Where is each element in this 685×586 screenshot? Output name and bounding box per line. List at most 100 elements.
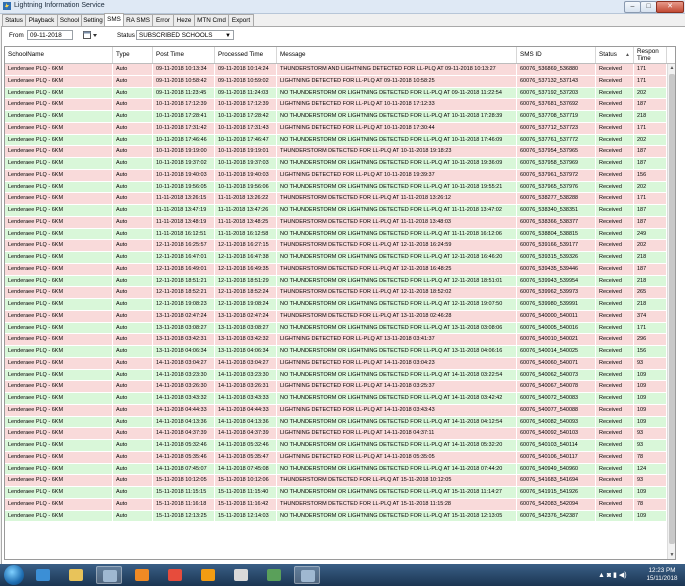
table-row[interactable]: Lenderaee PLQ - 6KM Auto 11-11-2018 13:26:… xyxy=(5,193,667,205)
from-date-picker[interactable]: 09-11-2018 xyxy=(27,30,73,40)
table-row[interactable]: Lenderaee PLQ - 6KM Auto 10-11-2018 19:37:… xyxy=(5,158,667,170)
cell-post: 10-11-2018 19:37:02 xyxy=(153,158,215,169)
table-row[interactable]: Lenderaee PLQ - 6KM Auto 10-11-2018 19:40:… xyxy=(5,169,667,182)
column-header-type[interactable]: Type xyxy=(113,47,153,63)
close-button[interactable]: ✕ xyxy=(656,1,684,13)
cell-post: 13-11-2018 02:47:24 xyxy=(153,310,215,322)
cell-resp: 109 xyxy=(634,510,667,522)
scroll-up-icon[interactable]: ▲ xyxy=(668,64,675,72)
table-row[interactable]: Lenderaee PLQ - 6KM Auto 12-11-2018 16:47:… xyxy=(5,252,667,264)
table-row[interactable]: Lenderaee PLQ - 6KM Auto 14-11-2018 07:45:… xyxy=(5,463,667,476)
clock[interactable]: 12:23 PM 15/11/2018 xyxy=(640,567,684,583)
cell-smsid: 60076_539943_539954 xyxy=(517,275,596,287)
table-row[interactable]: Lenderaee PLQ - 6KM Auto 15-11-2018 11:16:… xyxy=(5,498,667,511)
window-title: Lightning Information Service xyxy=(14,2,105,9)
calendar-dropdown-button[interactable] xyxy=(83,31,98,39)
cell-school: Lenderaee PLQ - 6KM xyxy=(5,498,113,510)
tab-school[interactable]: School xyxy=(57,14,82,26)
table-row[interactable]: Lenderaee PLQ - 6KM Auto 15-11-2018 12:13:… xyxy=(5,510,667,523)
table-row[interactable]: Lenderaee PLQ - 6KM Auto 14-11-2018 04:13:… xyxy=(5,416,667,429)
cell-msg: NO THUNDERSTORM OR LIGHTNING DETECTED FO… xyxy=(277,440,517,451)
table-row[interactable]: Lenderaee PLQ - 6KM Auto 12-11-2018 18:51:… xyxy=(5,275,667,288)
table-row[interactable]: Lenderaee PLQ - 6KM Auto 15-11-2018 11:15:… xyxy=(5,487,667,499)
table-row[interactable]: Lenderaee PLQ - 6KM Auto 14-11-2018 03:23:… xyxy=(5,369,667,382)
column-header-processed-time[interactable]: Processed Time xyxy=(215,47,277,63)
cell-resp: 187 xyxy=(634,146,667,158)
minimize-button[interactable]: – xyxy=(624,1,641,13)
tab-sms[interactable]: SMS xyxy=(104,13,124,26)
column-header-sms-id[interactable]: SMS ID xyxy=(517,47,596,63)
cell-proc: 15-11-2018 11:15:40 xyxy=(215,487,277,498)
table-row[interactable]: Lenderaee PLQ - 6KM Auto 10-11-2018 19:56:… xyxy=(5,181,667,194)
table-row[interactable]: Lenderaee PLQ - 6KM Auto 14-11-2018 05:35:… xyxy=(5,451,667,464)
table-row[interactable]: Lenderaee PLQ - 6KM Auto 15-11-2018 10:12:… xyxy=(5,475,667,487)
tab-setting[interactable]: Setting xyxy=(81,14,105,26)
table-row[interactable]: Lenderaee PLQ - 6KM Auto 09-11-2018 10:58:… xyxy=(5,75,667,88)
tab-error[interactable]: Error xyxy=(152,14,174,26)
table-row[interactable]: Lenderaee PLQ - 6KM Auto 10-11-2018 17:28:… xyxy=(5,111,667,123)
taskbar-ie-button[interactable] xyxy=(30,566,56,584)
tab-mtn-cmd[interactable]: MTN Cmd xyxy=(194,14,229,26)
start-button[interactable] xyxy=(4,565,24,585)
tab-playback[interactable]: Playback xyxy=(25,14,58,26)
cell-resp: 78 xyxy=(634,498,667,510)
table-row[interactable]: Lenderaee PLQ - 6KM Auto 13-11-2018 04:06:… xyxy=(5,346,667,358)
table-row[interactable]: Lenderaee PLQ - 6KM Auto 12-11-2018 18:52:… xyxy=(5,287,667,299)
cell-msg: THUNDERSTORM DETECTED FOR LL-PLQ AT 12-1… xyxy=(277,263,517,275)
table-row[interactable]: Lenderaee PLQ - 6KM Auto 09-11-2018 11:23:… xyxy=(5,87,667,100)
table-row[interactable]: Lenderaee PLQ - 6KM Auto 11-11-2018 13:48:… xyxy=(5,216,667,229)
cell-status: Received xyxy=(596,87,634,99)
tab-heze[interactable]: Heze xyxy=(173,14,195,26)
table-row[interactable]: Lenderaee PLQ - 6KM Auto 12-11-2018 19:08:… xyxy=(5,299,667,311)
cell-status: Received xyxy=(596,428,634,440)
table-row[interactable]: Lenderaee PLQ - 6KM Auto 11-11-2018 13:47:… xyxy=(5,205,667,217)
table-row[interactable]: Lenderaee PLQ - 6KM Auto 14-11-2018 03:26:… xyxy=(5,381,667,393)
table-row[interactable]: Lenderaee PLQ - 6KM Auto 14-11-2018 05:32:… xyxy=(5,440,667,452)
cell-resp: 171 xyxy=(634,122,667,134)
table-row[interactable]: Lenderaee PLQ - 6KM Auto 12-11-2018 16:25:… xyxy=(5,240,667,252)
cell-post: 09-11-2018 10:58:42 xyxy=(153,75,215,87)
status-select[interactable]: SUBSCRIBED SCHOOLS ▼ xyxy=(136,30,234,40)
scrollbar-thumb[interactable] xyxy=(669,74,675,544)
cell-school: Lenderaee PLQ - 6KM xyxy=(5,463,113,475)
column-header-school[interactable]: SchoolName xyxy=(5,47,113,63)
table-row[interactable]: Lenderaee PLQ - 6KM Auto 13-11-2018 03:42:… xyxy=(5,334,667,346)
scroll-down-icon[interactable]: ▼ xyxy=(668,551,675,559)
table-row[interactable]: Lenderaee PLQ - 6KM Auto 10-11-2018 17:46:… xyxy=(5,134,667,147)
taskbar-file-explorer-button[interactable] xyxy=(63,566,89,584)
maximize-button[interactable]: □ xyxy=(640,1,657,13)
tab-export[interactable]: Export xyxy=(228,14,254,26)
taskbar-firefox-button[interactable] xyxy=(195,566,221,584)
taskbar-media-player-button[interactable] xyxy=(129,566,155,584)
cell-status: Received xyxy=(596,451,634,463)
column-header-response-time[interactable]: Respon Time xyxy=(634,47,667,63)
cell-status: Received xyxy=(596,381,634,393)
table-row[interactable]: Lenderaee PLQ - 6KM Auto 13-11-2018 02:47:… xyxy=(5,310,667,323)
table-row[interactable]: Lenderaee PLQ - 6KM Auto 12-11-2018 16:49:… xyxy=(5,263,667,276)
taskbar-paint-button[interactable] xyxy=(228,566,254,584)
table-row[interactable]: Lenderaee PLQ - 6KM Auto 11-11-2018 16:12:… xyxy=(5,228,667,241)
table-row[interactable]: Lenderaee PLQ - 6KM Auto 14-11-2018 03:04:… xyxy=(5,357,667,370)
tab-ra-sms[interactable]: RA SMS xyxy=(123,14,153,26)
column-header-status[interactable]: Status ▲ xyxy=(596,47,634,63)
table-row[interactable]: Lenderaee PLQ - 6KM Auto 14-11-2018 04:37:… xyxy=(5,428,667,440)
tab-status[interactable]: Status xyxy=(2,14,26,26)
column-header-post-time[interactable]: Post Time xyxy=(153,47,215,63)
cell-school: Lenderaee PLQ - 6KM xyxy=(5,240,113,252)
cell-type: Auto xyxy=(113,75,153,87)
table-row[interactable]: Lenderaee PLQ - 6KM Auto 10-11-2018 17:12:… xyxy=(5,99,667,111)
vertical-scrollbar[interactable]: ▲ ▼ xyxy=(667,64,675,559)
table-row[interactable]: Lenderaee PLQ - 6KM Auto 10-11-2018 19:19:… xyxy=(5,146,667,158)
table-row[interactable]: Lenderaee PLQ - 6KM Auto 09-11-2018 10:13:… xyxy=(5,64,667,76)
taskbar-chrome-button[interactable] xyxy=(162,566,188,584)
table-row[interactable]: Lenderaee PLQ - 6KM Auto 14-11-2018 03:43:… xyxy=(5,393,667,405)
taskbar-app-window-button[interactable] xyxy=(96,566,122,584)
table-row[interactable]: Lenderaee PLQ - 6KM Auto 13-11-2018 03:08:… xyxy=(5,322,667,335)
cell-status: Received xyxy=(596,416,634,428)
taskbar-lightning-app-button[interactable] xyxy=(294,566,320,584)
system-tray-icons[interactable]: ▲ ◙ ▮ ◀) xyxy=(598,571,627,579)
table-row[interactable]: Lenderaee PLQ - 6KM Auto 14-11-2018 04:44:… xyxy=(5,404,667,417)
taskbar-remote-desktop-button[interactable] xyxy=(261,566,287,584)
table-row[interactable]: Lenderaee PLQ - 6KM Auto 10-11-2018 17:31:… xyxy=(5,122,667,135)
column-header-message[interactable]: Message xyxy=(277,47,517,63)
